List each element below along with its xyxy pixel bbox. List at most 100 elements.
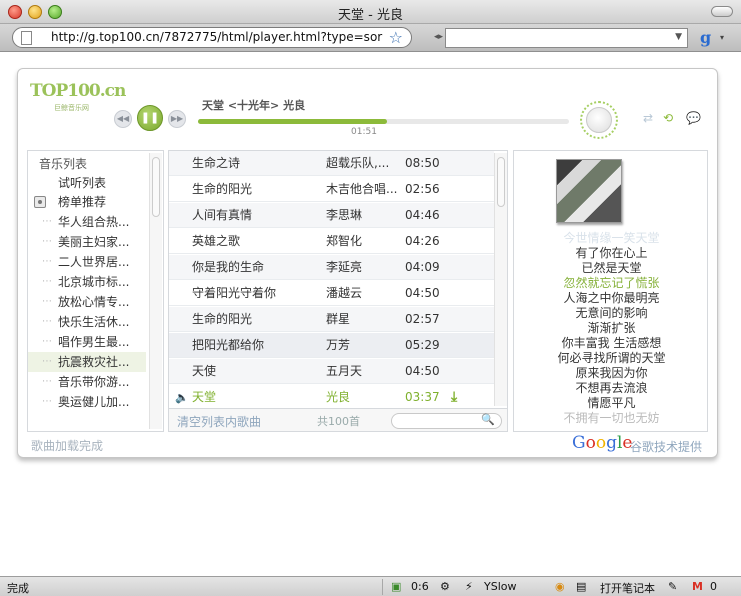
tree-item-label: 音乐带你游... bbox=[58, 375, 130, 389]
window-title: 天堂 - 光良 bbox=[338, 8, 403, 23]
song-title: 天使 bbox=[192, 364, 217, 378]
addon-icon[interactable]: ◉ bbox=[555, 580, 565, 593]
scrollbar-thumb[interactable] bbox=[152, 157, 160, 217]
tree-item-playlist[interactable]: ⋯ 快乐生活休... bbox=[28, 312, 146, 332]
tree-connector-icon: ⋯ bbox=[42, 296, 52, 307]
tree-item-playlist[interactable]: ⋯ 奥运健儿加... bbox=[28, 392, 146, 412]
shuffle-icon[interactable]: ⇄ bbox=[643, 111, 653, 125]
address-bar[interactable]: http://g.top100.cn/7872775/html/player.h… bbox=[12, 27, 412, 48]
song-list-footer: 清空列表内歌曲 共100首 🔍 bbox=[168, 408, 508, 432]
collapse-toggle-icon[interactable] bbox=[34, 196, 46, 208]
open-notebook-button[interactable]: 打开笔记本 bbox=[600, 580, 655, 596]
lyric-line-current: 忽然就忘记了慌张 bbox=[563, 276, 660, 290]
progress-fill bbox=[198, 119, 388, 124]
yslow-label[interactable]: YSlow bbox=[484, 580, 516, 593]
song-row[interactable]: 生命之诗 超载乐队,... 08:50 bbox=[169, 151, 494, 176]
tree-item-playlist[interactable]: ⋯ 放松心情专... bbox=[28, 292, 146, 312]
search-icon[interactable]: 🔍 bbox=[481, 413, 495, 426]
site-logo[interactable]: TOP100.cn 巨鲸音乐网 bbox=[30, 81, 126, 112]
search-engine-dropdown-icon[interactable]: ▾ bbox=[720, 33, 724, 42]
song-row[interactable]: 英雄之歌 郑智化 04:26 bbox=[169, 229, 494, 254]
previous-track-button[interactable]: ◀◀ bbox=[114, 110, 132, 128]
tree-item-label: 北京城市标... bbox=[58, 275, 130, 289]
tree-item-label: 美丽主妇家... bbox=[58, 235, 130, 249]
album-cover bbox=[556, 159, 622, 223]
tree-item-label: 奥运健儿加... bbox=[58, 395, 130, 409]
tree-item-playlist[interactable]: ⋯ 华人组合热... bbox=[28, 212, 146, 232]
notebook-icon[interactable]: ▤ bbox=[576, 580, 586, 593]
song-duration: 04:09 bbox=[405, 260, 440, 274]
song-title: 生命的阳光 bbox=[192, 312, 253, 326]
firebug-icon[interactable]: ⚙ bbox=[440, 580, 450, 593]
tree-item-playlist[interactable]: ⋯ 北京城市标... bbox=[28, 272, 146, 292]
playlist-tree-title: 音乐列表 bbox=[39, 157, 88, 171]
tree-item-label: 快乐生活休... bbox=[58, 315, 130, 329]
mail-count: 0 bbox=[710, 580, 717, 593]
logo-subtitle: 巨鲸音乐网 bbox=[54, 104, 89, 112]
song-duration: 04:26 bbox=[405, 234, 440, 248]
song-artist: 郑智化 bbox=[326, 234, 363, 248]
scrollbar-thumb[interactable] bbox=[497, 157, 505, 207]
gmail-icon[interactable]: M bbox=[692, 580, 703, 593]
yslow-icon[interactable]: ⚡ bbox=[465, 580, 473, 593]
lyric-line: 有了你在心上 bbox=[575, 246, 648, 260]
lyrics-bubble-icon[interactable]: 💬 bbox=[686, 111, 701, 125]
next-track-button[interactable]: ▶▶ bbox=[168, 110, 186, 128]
tree-connector-icon: ⋯ bbox=[42, 216, 52, 227]
lyric-line: 人海之中你最明亮 bbox=[563, 291, 660, 305]
playlist-tree-scrollbar[interactable] bbox=[149, 153, 162, 429]
song-row[interactable]: 人间有真情 李思琳 04:46 bbox=[169, 203, 494, 228]
bookmark-star-icon[interactable]: ☆ bbox=[389, 28, 403, 47]
song-row[interactable]: 生命的阳光 木吉他合唱... 02:56 bbox=[169, 177, 494, 202]
tree-connector-icon: ⋯ bbox=[42, 316, 52, 327]
tree-item-playlist[interactable]: ⋯ 二人世界居... bbox=[28, 252, 146, 272]
song-duration: 03:37 bbox=[405, 390, 440, 404]
toolbar-toggle-button[interactable] bbox=[711, 6, 733, 17]
song-title: 你是我的生命 bbox=[192, 260, 265, 274]
song-title: 守着阳光守着你 bbox=[192, 286, 277, 300]
song-title: 英雄之歌 bbox=[192, 234, 241, 248]
lyric-line: 不想再去流浪 bbox=[575, 381, 648, 395]
song-row[interactable]: 生命的阳光 群星 02:57 bbox=[169, 307, 494, 332]
chevron-down-icon[interactable]: ▼ bbox=[675, 32, 682, 42]
search-field[interactable]: ◂▸ ▼ bbox=[434, 28, 688, 48]
edit-icon[interactable]: ✎ bbox=[668, 580, 677, 593]
progress-bar[interactable] bbox=[198, 119, 569, 124]
volume-knob[interactable] bbox=[586, 107, 612, 133]
song-title: 把阳光都给你 bbox=[192, 338, 265, 352]
browser-statusbar: 完成 ▣ 0:6 ⚙ ⚡ YSlow ◉ ▤ 打开笔记本 ✎ M 0 bbox=[0, 576, 741, 596]
song-row[interactable]: 你是我的生命 李延亮 04:09 bbox=[169, 255, 494, 280]
google-logo[interactable]: Google bbox=[572, 433, 632, 453]
address-text[interactable]: http://g.top100.cn/7872775/html/player.h… bbox=[51, 30, 391, 44]
song-artist: 光良 bbox=[326, 390, 351, 404]
song-list-scrollbar[interactable] bbox=[494, 153, 507, 406]
clear-list-button[interactable]: 清空列表内歌曲 bbox=[177, 413, 261, 430]
song-row-playing[interactable]: 🔈 天堂 光良 03:37 ⤓ bbox=[169, 385, 494, 408]
song-row[interactable]: 守着阳光守着你 潘越云 04:50 bbox=[169, 281, 494, 306]
lyric-line: 渐渐扩张 bbox=[587, 321, 636, 335]
provided-by-text: 谷歌技术提供 bbox=[630, 440, 703, 454]
tree-connector-icon: ⋯ bbox=[42, 276, 52, 287]
song-artist: 潘越云 bbox=[326, 286, 363, 300]
song-row[interactable]: 天使 五月天 04:50 bbox=[169, 359, 494, 384]
tree-item-playlist[interactable]: ⋯ 唱作男生最... bbox=[28, 332, 146, 352]
repeat-icon[interactable]: ⟲ bbox=[663, 111, 673, 125]
tree-item-chart-recommend[interactable]: 榜单推荐 bbox=[28, 192, 146, 212]
tree-item-playlist[interactable]: ⋯ 音乐带你游... bbox=[28, 372, 146, 392]
song-search-input[interactable]: 🔍 bbox=[391, 413, 502, 429]
tree-item-trial-list[interactable]: 试听列表 bbox=[28, 173, 146, 193]
song-artist: 李思琳 bbox=[326, 208, 363, 222]
page-check-icon[interactable]: ▣ bbox=[391, 580, 401, 593]
tree-connector-icon: ⋯ bbox=[42, 356, 52, 367]
google-search-icon[interactable]: g bbox=[700, 28, 711, 47]
lyric-line: 已然是天堂 bbox=[581, 261, 642, 275]
download-icon[interactable]: ⤓ bbox=[451, 385, 457, 408]
tree-item-playlist-selected[interactable]: ⋯ 抗震救灾社... bbox=[28, 352, 146, 372]
tree-item-playlist[interactable]: ⋯ 美丽主妇家... bbox=[28, 232, 146, 252]
pause-button[interactable]: ❚❚ bbox=[137, 105, 163, 131]
lyric-line: 情愿平凡 bbox=[587, 396, 636, 410]
tree-item-label: 抗震救灾社... bbox=[58, 355, 130, 369]
song-row-hovered[interactable]: 把阳光都给你 万芳 05:29 bbox=[169, 333, 494, 358]
song-title: 生命之诗 bbox=[192, 156, 241, 170]
resize-grip-icon[interactable]: ◂▸ bbox=[434, 32, 443, 42]
